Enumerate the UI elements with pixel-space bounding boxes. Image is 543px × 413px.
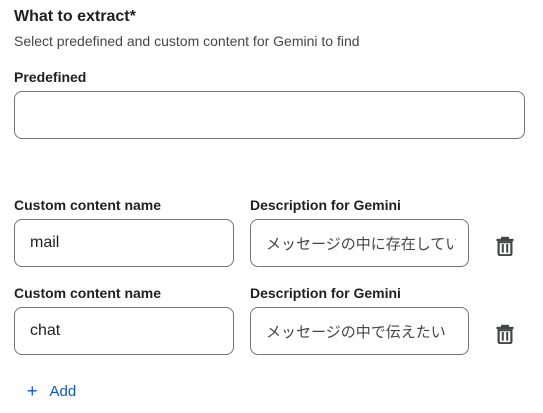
delete-button-1[interactable]	[492, 233, 518, 259]
section-title: What to extract*	[14, 8, 136, 25]
trash-icon	[496, 236, 514, 256]
description-label-1: Description for Gemini	[250, 197, 401, 213]
custom-name-field-2[interactable]	[14, 307, 234, 355]
predefined-label: Predefined	[14, 69, 87, 85]
trash-icon	[496, 324, 514, 344]
custom-name-label-2: Custom content name	[14, 285, 162, 301]
add-button[interactable]: + Add	[27, 379, 76, 403]
custom-name-input-1[interactable]	[15, 220, 233, 266]
description-field-2[interactable]	[250, 307, 469, 355]
add-button-label: Add	[49, 382, 77, 400]
section-subtitle: Select predefined and custom content for…	[14, 33, 360, 49]
custom-name-input-2[interactable]	[15, 308, 233, 354]
delete-button-2[interactable]	[492, 321, 518, 347]
predefined-field[interactable]	[14, 91, 525, 139]
custom-name-label-1: Custom content name	[14, 197, 162, 213]
custom-name-field-1[interactable]	[14, 219, 234, 267]
description-input-2[interactable]	[251, 308, 468, 354]
plus-icon: +	[27, 381, 38, 401]
description-label-2: Description for Gemini	[250, 285, 401, 301]
description-field-1[interactable]	[250, 219, 469, 267]
predefined-input[interactable]	[15, 92, 524, 138]
description-input-1[interactable]	[251, 220, 468, 266]
